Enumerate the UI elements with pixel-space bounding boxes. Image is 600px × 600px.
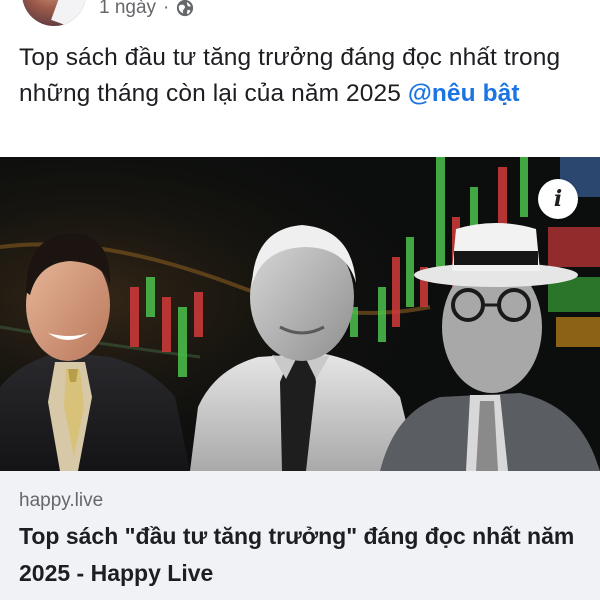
info-icon[interactable]: i (538, 179, 578, 219)
link-domain: happy.live (19, 490, 104, 511)
mention-link[interactable]: @nêu bật (408, 80, 520, 107)
post-timestamp[interactable]: 1 ngày (99, 0, 156, 20)
link-title[interactable]: Top sách "đầu tư tăng trưởng" đáng đọc n… (19, 518, 589, 592)
post-message: Top sách đầu tư tăng trưởng đáng đọc nhấ… (19, 40, 584, 112)
link-preview-image[interactable]: i (0, 157, 600, 471)
feed-post: 1 ngày · Top sách đầu tư tăng trưởng đán… (0, 0, 600, 600)
stock-chart-photo (0, 157, 600, 471)
separator-dot: · (163, 0, 170, 18)
post-header: 1 ngày · (0, 0, 600, 28)
link-preview-caption[interactable]: happy.live Top sách "đầu tư tăng trưởng"… (0, 471, 600, 600)
globe-icon (176, 0, 194, 17)
avatar[interactable] (22, 0, 86, 26)
